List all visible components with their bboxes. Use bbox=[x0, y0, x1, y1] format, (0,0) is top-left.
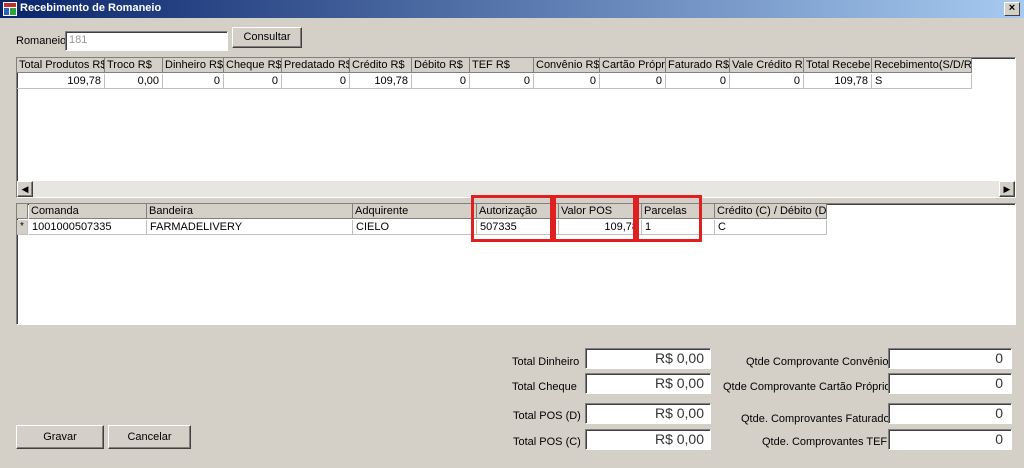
close-button[interactable]: × bbox=[1004, 2, 1020, 16]
qtde-convenio-label: Qtde Comprovante Convênio bbox=[746, 356, 889, 368]
totals-cell[interactable]: 0 bbox=[224, 74, 282, 89]
payments-cell[interactable]: CIELO bbox=[353, 220, 477, 235]
row-indicator: * bbox=[17, 220, 28, 235]
totals-col-header[interactable]: Recebimento(S/D/R) bbox=[872, 58, 972, 73]
totals-cell[interactable]: 0 bbox=[282, 74, 350, 89]
total-dinheiro-value: R$ 0,00 bbox=[585, 348, 711, 369]
payments-col-header[interactable]: Comanda bbox=[29, 204, 147, 219]
totals-col-header[interactable]: Total Receber bbox=[804, 58, 872, 73]
totals-cell[interactable]: 0 bbox=[730, 74, 804, 89]
qtde-faturado-label: Qtde. Comprovantes Faturado bbox=[741, 413, 890, 425]
cancelar-button[interactable]: Cancelar bbox=[108, 425, 191, 449]
payments-col-header[interactable]: Crédito (C) / Débito (D) bbox=[715, 204, 827, 219]
total-pos-c-label: Total POS (C) bbox=[513, 436, 581, 448]
payments-col-header[interactable]: Bandeira bbox=[147, 204, 353, 219]
scroll-left-icon[interactable]: ◀ bbox=[17, 181, 33, 197]
qtde-tef-value: 0 bbox=[888, 429, 1012, 450]
totals-cell[interactable]: 0 bbox=[470, 74, 534, 89]
title-bar: Recebimento de Romaneio × bbox=[0, 0, 1024, 18]
totals-cell[interactable]: 0 bbox=[600, 74, 666, 89]
totals-col-header[interactable]: Faturado R$ bbox=[666, 58, 730, 73]
total-pos-d-value: R$ 0,00 bbox=[585, 403, 711, 424]
totals-cell[interactable]: 109,78 bbox=[804, 74, 872, 89]
highlight-parcelas bbox=[636, 195, 702, 242]
qtde-tef-label: Qtde. Comprovantes TEF bbox=[762, 436, 888, 448]
gravar-button[interactable]: Gravar bbox=[16, 425, 104, 449]
highlight-valor-pos bbox=[553, 195, 636, 242]
totals-cell[interactable]: 0 bbox=[666, 74, 730, 89]
total-pos-c-value: R$ 0,00 bbox=[585, 429, 711, 450]
total-dinheiro-label: Total Dinheiro bbox=[512, 356, 580, 368]
romaneio-label: Romaneio bbox=[16, 35, 67, 47]
totals-col-header[interactable]: TEF R$ bbox=[470, 58, 534, 73]
payments-col-header[interactable]: Adquirente bbox=[353, 204, 477, 219]
total-cheque-label: Total Cheque bbox=[512, 381, 577, 393]
totals-col-header[interactable]: Vale Crédito R$ bbox=[730, 58, 804, 73]
app-icon bbox=[3, 2, 17, 16]
totals-col-header[interactable]: Cartão Próprio bbox=[600, 58, 666, 73]
totals-cell[interactable]: 0,00 bbox=[105, 74, 163, 89]
totals-cell[interactable]: 0 bbox=[163, 74, 224, 89]
payments-cell[interactable]: 1001000507335 bbox=[29, 220, 147, 235]
romaneio-input[interactable]: 181 bbox=[65, 31, 228, 51]
totals-cell[interactable]: 0 bbox=[412, 74, 470, 89]
totals-cell[interactable]: S bbox=[872, 74, 972, 89]
total-cheque-value: R$ 0,00 bbox=[585, 373, 711, 394]
qtde-faturado-value: 0 bbox=[888, 403, 1012, 424]
scroll-right-icon[interactable]: ▶ bbox=[999, 181, 1015, 197]
totals-col-header[interactable]: Crédito R$ bbox=[350, 58, 412, 73]
totals-cell[interactable]: 0 bbox=[534, 74, 600, 89]
totals-cell[interactable]: 109,78 bbox=[17, 74, 105, 89]
highlight-autorizacao bbox=[471, 195, 553, 242]
totals-col-header[interactable]: Convênio R$ bbox=[534, 58, 600, 73]
totals-col-header[interactable]: Débito R$ bbox=[412, 58, 470, 73]
totals-grid[interactable]: Total Produtos R$ Troco R$ Dinheiro R$ Cheq… bbox=[16, 57, 1016, 198]
consultar-button[interactable]: Consultar bbox=[232, 27, 302, 48]
row-indicator-header bbox=[17, 204, 28, 219]
payments-cell[interactable]: C bbox=[715, 220, 827, 235]
totals-cell[interactable]: 109,78 bbox=[350, 74, 412, 89]
total-pos-d-label: Total POS (D) bbox=[513, 410, 581, 422]
window-title: Recebimento de Romaneio bbox=[20, 2, 162, 14]
totals-col-header[interactable]: Total Produtos R$ bbox=[17, 58, 105, 73]
payments-cell[interactable]: FARMADELIVERY bbox=[147, 220, 353, 235]
totals-col-header[interactable]: Dinheiro R$ bbox=[163, 58, 224, 73]
totals-col-header[interactable]: Predatado R$ bbox=[282, 58, 350, 73]
totals-col-header[interactable]: Troco R$ bbox=[105, 58, 163, 73]
qtde-cartao-value: 0 bbox=[888, 373, 1012, 394]
totals-col-header[interactable]: Cheque R$ bbox=[224, 58, 282, 73]
qtde-convenio-value: 0 bbox=[888, 348, 1012, 369]
qtde-cartao-label: Qtde Comprovante Cartão Próprio bbox=[723, 381, 891, 393]
